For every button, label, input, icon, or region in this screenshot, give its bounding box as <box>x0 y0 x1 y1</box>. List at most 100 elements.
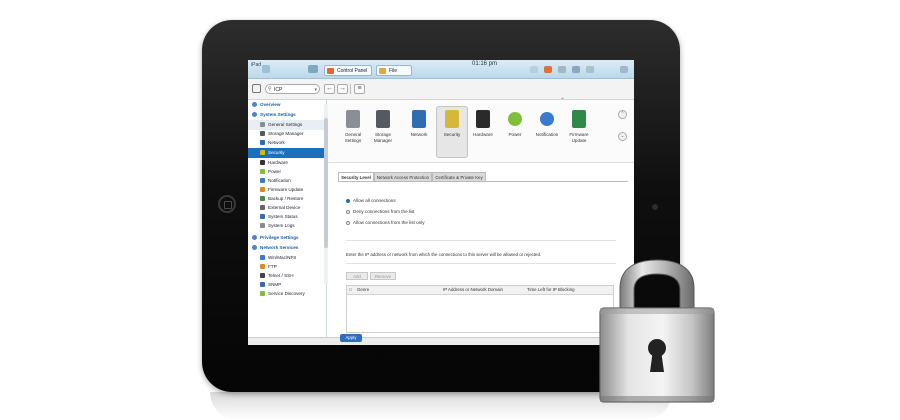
sidebar-item-label: System Status <box>268 214 298 219</box>
radio-dot[interactable] <box>346 198 350 203</box>
settings-shortcut-network[interactable]: Network <box>404 110 434 138</box>
notification-icon <box>540 112 554 126</box>
ip-list-description: Enter the IP address or network from whi… <box>346 252 542 257</box>
security-lock-icon <box>445 110 459 128</box>
settings-shortcut-general-settings[interactable]: General Settings <box>338 110 368 143</box>
sidebar-item-label: Overview <box>260 102 281 107</box>
collapse-icon[interactable] <box>620 66 628 73</box>
hardware-icon <box>476 110 490 128</box>
sidebar-item-overview[interactable]: Overview <box>252 100 280 110</box>
system-logs-icon <box>260 223 265 229</box>
toolbar: ⚲ ICP ▾ ← → ≡ <box>248 79 634 100</box>
general-settings-icon <box>260 122 265 128</box>
scroll-down-icon[interactable]: ⌄ <box>618 132 627 141</box>
sidebar-item-security[interactable]: Security <box>248 148 324 158</box>
sidebar-item-label: System Logs <box>268 223 295 228</box>
settings-shortcut-notification[interactable]: Notification <box>532 110 562 138</box>
sidebar-item-label: Firmware Update <box>268 187 304 192</box>
radio-dot[interactable] <box>346 220 350 225</box>
section-bullet-icon <box>252 112 257 118</box>
padlock-icon <box>599 259 715 403</box>
chevron-down-icon[interactable]: ▾ <box>314 85 317 95</box>
settings-shortcut-hardware[interactable]: Hardware <box>468 110 498 138</box>
network-icon <box>412 110 426 128</box>
table-header: □ Genre IP Address or Network Domain Tim… <box>347 286 613 295</box>
sidebar-item-label: Power <box>268 169 282 174</box>
user-icon[interactable] <box>530 66 538 73</box>
section-bullet-icon <box>252 235 257 241</box>
section-bullet-icon <box>252 102 257 108</box>
expand-up-icon[interactable]: ⌃ <box>560 97 565 104</box>
sidebar-item-label: Win/Mac/NFS <box>268 255 297 260</box>
panel-toggle-icon[interactable] <box>252 84 261 93</box>
apply-button[interactable]: Apply <box>340 334 362 342</box>
settings-shortcut-firmware-update[interactable]: Firmware Update <box>564 110 594 143</box>
status-bar: iPad Control Panel File Manager 01:16 pm <box>248 60 634 85</box>
sidebar-item-label: Security <box>268 150 285 155</box>
sidebar-item-label: Notification <box>268 178 291 183</box>
sidebar-item-label: Network <box>268 140 285 145</box>
power-icon <box>260 169 265 175</box>
settings-icon-row: ⌃ ⌃ ⌄ General Settings Storage Manager Net… <box>328 97 634 163</box>
sidebar-item-label: SNMP <box>268 282 282 287</box>
radio-deny-list[interactable]: Deny connections from the list <box>346 209 415 215</box>
control-panel-tab-icon <box>327 68 334 74</box>
firmware-update-icon <box>572 110 586 128</box>
settings-shortcut-power[interactable]: Power <box>500 110 530 138</box>
home-button[interactable] <box>218 195 236 213</box>
alert-icon[interactable] <box>544 66 552 73</box>
table-row-checkbox[interactable]: □ <box>349 286 352 294</box>
sidebar-item-label: Backup / Restore <box>268 196 304 201</box>
sidebar-item-system-settings[interactable]: System Settings <box>252 110 296 120</box>
menu-button[interactable]: ≡ <box>354 84 365 94</box>
external-device-icon <box>260 205 265 211</box>
sidebar-item-label: External Device <box>268 205 301 210</box>
shortcut-label: Storage Manager <box>373 132 393 143</box>
radio-allow-all[interactable]: Allow all connections <box>346 198 396 204</box>
divider <box>346 263 616 264</box>
options-icon[interactable] <box>558 66 566 73</box>
magnifier-icon: ⚲ <box>268 86 272 92</box>
sidebar-item-label: Hardware <box>268 160 288 165</box>
sidebar-item-label: Service Discovery <box>268 291 305 296</box>
general-settings-icon <box>346 110 360 128</box>
power-icon <box>508 112 522 126</box>
service-discovery-icon <box>260 291 265 297</box>
sidebar-item-label: Network Services <box>260 245 299 250</box>
search-icon[interactable] <box>586 66 594 73</box>
sidebar-item-network[interactable]: Network <box>248 138 324 148</box>
sidebar-item-service-discovery[interactable]: Service Discovery <box>248 289 324 299</box>
remove-button[interactable]: Remove <box>370 272 396 280</box>
hardware-icon <box>260 160 265 166</box>
add-button[interactable]: Add <box>346 272 368 280</box>
ip-list-table: □ Genre IP Address or Network Domain Tim… <box>346 285 614 333</box>
menu-icon[interactable] <box>572 66 580 73</box>
column-genre[interactable]: Genre <box>357 286 369 294</box>
sidebar-item-privilege-settings[interactable]: Privilege Settings <box>252 233 299 243</box>
system-status-icon <box>260 214 265 220</box>
shortcut-label: Power <box>508 132 522 137</box>
column-time-left[interactable]: Time Left for IP Blocking <box>527 286 575 294</box>
home-app-icon[interactable] <box>308 65 318 73</box>
sidebar-item-network-services[interactable]: Network Services <box>252 243 298 253</box>
wifi-icon <box>262 65 270 73</box>
firmware-update-icon <box>260 187 265 193</box>
sidebar-item-label: Telnet / SSH <box>268 273 294 278</box>
radio-dot[interactable] <box>346 209 350 214</box>
column-ip-address[interactable]: IP Address or Network Domain <box>443 286 503 294</box>
sidebar-item-label: FTP <box>268 264 277 269</box>
storage-manager-icon <box>260 131 265 137</box>
shortcut-label: Security <box>443 132 461 137</box>
scroll-up-icon[interactable]: ⌃ <box>618 110 627 119</box>
forward-button[interactable]: → <box>337 84 348 94</box>
settings-shortcut-storage-manager[interactable]: Storage Manager <box>368 110 398 143</box>
tab-control-panel[interactable]: Control Panel <box>324 65 372 76</box>
back-button[interactable]: ← <box>324 84 335 94</box>
tab-file-manager[interactable]: File Manager <box>376 65 412 85</box>
camera-icon <box>652 204 658 210</box>
sidebar-item-system-logs[interactable]: System Logs <box>248 221 324 231</box>
settings-shortcut-security[interactable]: Security <box>437 110 467 138</box>
search-input[interactable]: ⚲ ICP ▾ <box>265 84 320 94</box>
file-manager-tab-icon <box>379 68 386 74</box>
radio-allow-list-only[interactable]: Allow connections from the list only <box>346 220 425 226</box>
